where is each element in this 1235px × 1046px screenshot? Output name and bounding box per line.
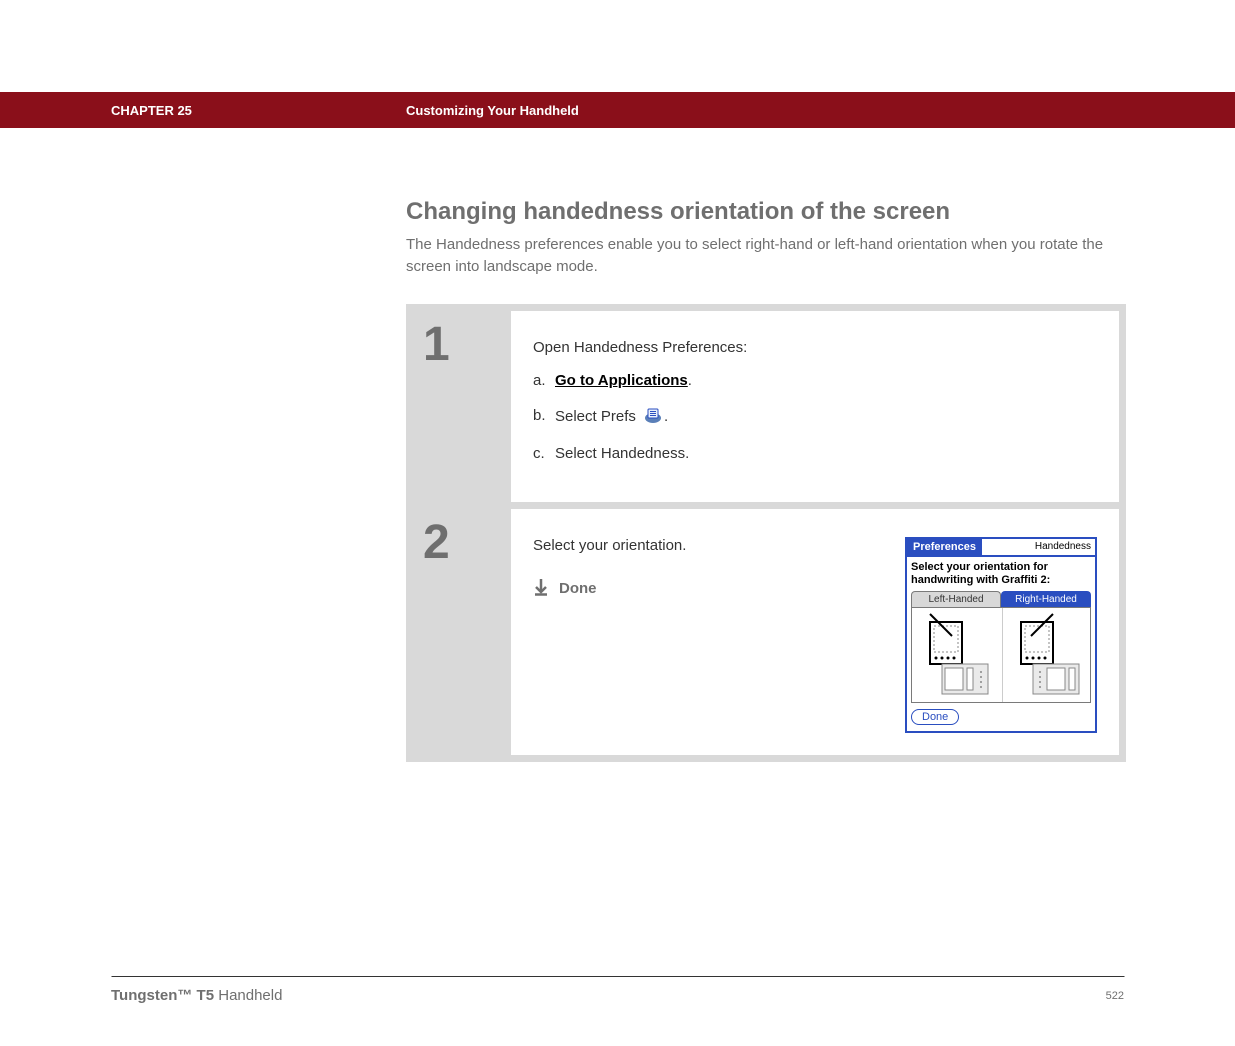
substep-letter: c. [533,445,545,462]
palm-title-right: Handedness [1031,541,1095,552]
step-lead: Select your orientation. [533,537,885,554]
substep-letter: b. [533,407,546,424]
step-body-2: Select your orientation. Done Preference… [511,509,1119,755]
go-to-applications-link[interactable]: Go to Applications [555,372,688,389]
tab-left-handed[interactable]: Left-Handed [911,591,1001,607]
palm-title-left: Preferences [907,539,982,555]
page-footer: Tungsten™ T5 Handheld 522 [111,976,1124,1004]
footer-product-rest: Handheld [214,987,282,1004]
intro-paragraph: The Handedness preferences enable you to… [406,234,1124,278]
palm-previews [911,607,1091,703]
substep-suffix: . [688,372,692,389]
header-inner: CHAPTER 25 Customizing Your Handheld [111,103,1124,118]
steps-container: 1 Open Handedness Preferences: a. Go to … [406,304,1126,762]
step-row-2: 2 Select your orientation. Done Preferen… [413,509,1119,755]
prefs-icon [642,407,662,427]
palm-prompt-line2: handwriting with Graffiti 2: [911,574,1050,586]
substep-a: a. Go to Applications. [533,372,1097,389]
substep-b: b. Select Prefs . [533,407,1097,427]
content-area: Changing handedness orientation of the s… [111,128,1124,762]
palm-tabs: Left-Handed Right-Handed [911,591,1091,607]
done-label: Done [559,580,597,597]
step-lead: Open Handedness Preferences: [533,339,1097,356]
substep-c: c. Select Handedness. [533,445,1097,462]
palm-prompt-line1: Select your orientation for [911,561,1048,573]
palm-done-button[interactable]: Done [911,709,959,725]
preview-right-handed [1003,608,1093,702]
preview-left-handed [912,608,1003,702]
substep-text: Select Handedness. [555,445,689,462]
step-number: 1 [423,321,511,369]
substep-letter: a. [533,372,546,389]
step-number: 2 [423,519,511,567]
palm-titlebar: Preferences Handedness [907,539,1095,557]
palm-body: Select your orientation for handwriting … [907,557,1095,731]
section-title: Customizing Your Handheld [406,103,579,118]
step-row-1: 1 Open Handedness Preferences: a. Go to … [413,311,1119,509]
footer-page-number: 522 [1106,990,1124,1002]
step-body-text-1: Open Handedness Preferences: a. Go to Ap… [533,339,1097,480]
substep-suffix: . [664,407,668,424]
done-row: Done [533,578,885,600]
page-heading: Changing handedness orientation of the s… [406,198,1124,226]
step-body-text-2: Select your orientation. Done [533,537,885,733]
chapter-label: CHAPTER 25 [111,103,406,118]
step-number-cell: 2 [413,509,511,755]
chapter-header-band: CHAPTER 25 Customizing Your Handheld [0,92,1235,128]
step-number-cell: 1 [413,311,511,502]
tab-right-handed[interactable]: Right-Handed [1001,591,1091,607]
step-body-1: Open Handedness Preferences: a. Go to Ap… [511,311,1119,502]
substep-prefix: Select Prefs [555,407,640,424]
palm-prompt: Select your orientation for handwriting … [911,561,1091,587]
handedness-screenshot: Preferences Handedness Select your orien… [905,537,1097,733]
footer-product: Tungsten™ T5 Handheld [111,987,282,1004]
done-arrow-icon [533,578,549,600]
substep-list: a. Go to Applications. b. Select Prefs .… [533,372,1097,462]
footer-product-bold: Tungsten™ T5 [111,987,214,1004]
